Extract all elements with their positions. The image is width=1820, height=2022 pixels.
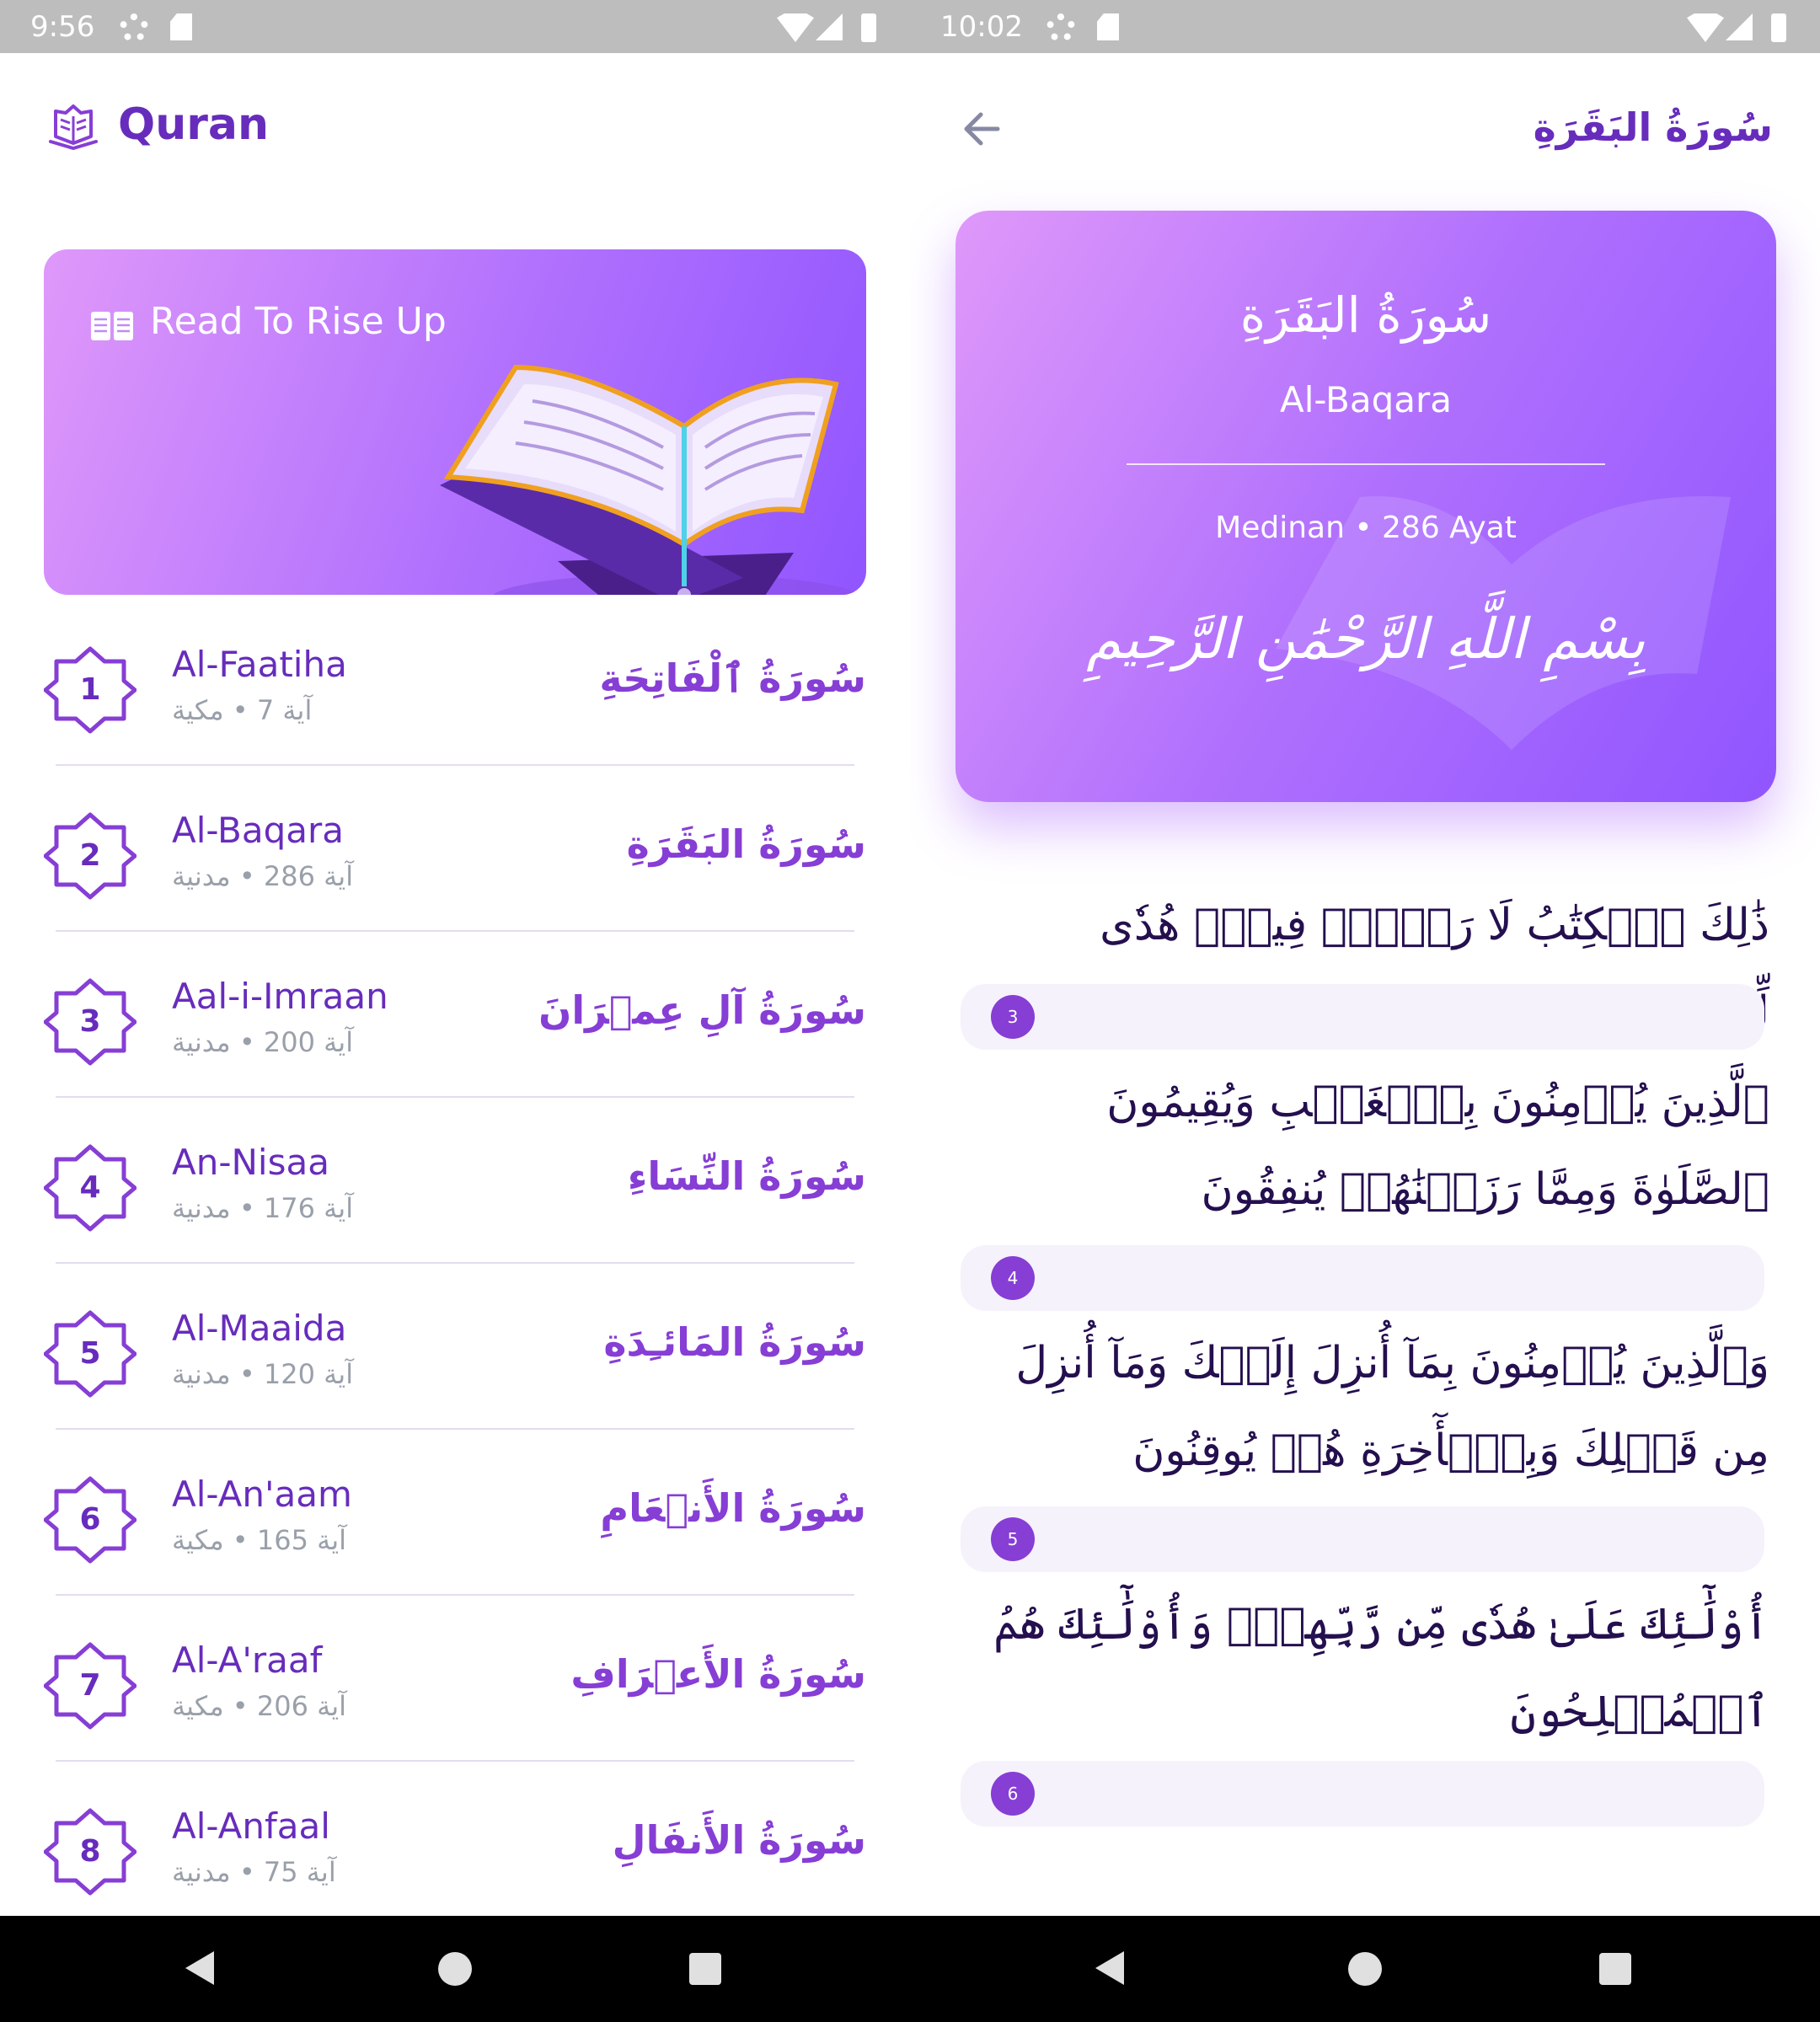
surah-number-badge: 1	[44, 644, 136, 736]
surah-detail-screen: 10:02 سُورَةُ البَقَرَةِ سُورَةُ البَقَر…	[910, 0, 1820, 2022]
surah-arabic-name: سُورَةُ البَقَرَةِ	[626, 821, 866, 867]
ayah-action-bar[interactable]: 4	[961, 1245, 1764, 1311]
surah-item[interactable]: 2 Al-Baqara آية 286 • مدنية سُورَةُ البَ…	[0, 766, 910, 932]
surah-arabic-name: سُورَةُ الأَعۡرَافِ	[570, 1651, 866, 1697]
status-time: 10:02	[940, 10, 1023, 44]
surah-item[interactable]: 5 Al-Maaida آية 120 • مدنية سُورَةُ المَ…	[0, 1264, 910, 1430]
surah-meta: آية 176 • مدنية	[172, 1192, 354, 1224]
ayah-action-bar[interactable]: 5	[961, 1506, 1764, 1572]
surah-name: Al-Maaida	[172, 1308, 347, 1349]
settings-icon	[1046, 13, 1075, 42]
surah-item[interactable]: 3 Aal-i-Imraan آية 200 • مدنية سُورَةُ آ…	[0, 932, 910, 1098]
surah-number-badge: 4	[44, 1142, 136, 1234]
sdcard-icon	[1097, 13, 1119, 40]
battery-icon	[1771, 13, 1786, 42]
surah-number: 8	[79, 1834, 101, 1869]
ayah-number: 4	[991, 1256, 1035, 1300]
surah-name: Aal-i-Imraan	[172, 976, 388, 1017]
surah-arabic-name: سُورَةُ الأَنفَالِ	[612, 1817, 866, 1863]
surah-arabic-name: سُورَةُ الأَنۡعَامِ	[600, 1485, 866, 1531]
sdcard-icon	[170, 13, 192, 40]
wifi-icon	[1687, 13, 1724, 42]
surah-meta: آية 286 • مدنية	[172, 860, 354, 892]
nav-back-icon[interactable]	[185, 1951, 214, 1985]
surah-meta: آية 200 • مدنية	[172, 1026, 354, 1058]
status-bar: 10:02	[910, 0, 1820, 53]
settings-icon	[120, 13, 148, 42]
surah-number: 7	[79, 1668, 101, 1703]
surah-number: 3	[79, 1004, 101, 1039]
surah-meta: آية 206 • مكية	[172, 1690, 347, 1722]
surah-number: 1	[79, 672, 101, 707]
surah-number-badge: 5	[44, 1308, 136, 1400]
surah-info-card: سُورَةُ البَقَرَةِ Al-Baqara Medinan • 2…	[956, 211, 1776, 802]
quran-logo-icon	[49, 104, 98, 150]
banner-card[interactable]: Read To Rise Up	[44, 249, 866, 595]
banner-text: Read To Rise Up	[150, 300, 447, 343]
surah-name: Al-Baqara	[172, 810, 345, 851]
surah-name: An-Nisaa	[172, 1142, 329, 1183]
surah-item[interactable]: 6 Al-An'aam آية 165 • مكية سُورَةُ الأَن…	[0, 1430, 910, 1596]
ayah-number: 6	[991, 1772, 1035, 1816]
ayah-number: 5	[991, 1517, 1035, 1561]
surah-name: Al-Faatiha	[172, 644, 347, 685]
surah-arabic-name: سُورَةُ آلِ عِمۡرَانَ	[538, 987, 866, 1033]
surah-arabic-name: سُورَةُ المَائـِدَةِ	[603, 1319, 866, 1365]
basmala-calligraphy: بِسْمِ اللَّهِ الرَّحْمَٰنِ الرَّحِيمِ	[1086, 607, 1646, 671]
card-divider	[1127, 463, 1605, 465]
surah-name: Al-An'aam	[172, 1474, 352, 1515]
ayah-text: أُوْلَٰٓئِكَ عَلَىٰ هُدٗى مِّن رَّبِّهِم…	[993, 1599, 1769, 1737]
book-icon	[91, 312, 133, 340]
surah-number: 2	[79, 838, 101, 873]
surah-meta: آية 165 • مكية	[172, 1524, 347, 1556]
ayah-number: 3	[991, 995, 1035, 1039]
back-arrow-icon[interactable]	[961, 108, 1003, 150]
surah-name: Al-A'raaf	[172, 1640, 323, 1681]
nav-home-icon[interactable]	[1348, 1952, 1382, 1986]
battery-icon	[861, 13, 876, 42]
surah-number: 4	[79, 1170, 101, 1205]
card-meta: Medinan • 286 Ayat	[1215, 511, 1517, 545]
app-title: Quran	[118, 99, 269, 150]
system-nav-bar	[0, 1916, 910, 2022]
ayah-text: وَٱلَّذِينَ يُؤۡمِنُونَ بِمَآ أُنزِلَ إِ…	[1015, 1338, 1769, 1476]
ayah-action-bar[interactable]: 6	[961, 1761, 1764, 1827]
header-surah-title: سُورَةُ البَقَرَةِ	[1533, 104, 1773, 150]
card-english-title: Al-Baqara	[1279, 379, 1452, 420]
nav-recent-icon[interactable]	[1599, 1953, 1631, 1985]
surah-meta: آية 120 • مدنية	[172, 1358, 354, 1390]
quran-watermark-illustration	[1276, 496, 1731, 750]
status-time: 9:56	[30, 10, 95, 44]
surah-number-badge: 3	[44, 976, 136, 1068]
surah-list: 1 Al-Faatiha آية 7 • مكية سُورَةُ ٱلْفَا…	[0, 600, 910, 1928]
surah-item[interactable]: 7 Al-A'raaf آية 206 • مكية سُورَةُ الأَع…	[0, 1596, 910, 1762]
surah-number: 5	[79, 1336, 101, 1371]
signal-icon	[816, 13, 843, 40]
ayah-text: ٱلَّذِينَ يُؤۡمِنُونَ بِٱلۡغَيۡبِ وَيُقِ…	[1106, 1077, 1769, 1215]
nav-home-icon[interactable]	[438, 1952, 472, 1986]
surah-name: Al-Anfaal	[172, 1805, 330, 1847]
surah-number-badge: 6	[44, 1474, 136, 1566]
nav-recent-icon[interactable]	[689, 1953, 721, 1985]
surah-arabic-name: سُورَةُ النِّسَاءِ	[627, 1153, 866, 1199]
ayah-action-bar[interactable]: 3	[961, 984, 1764, 1050]
surah-meta: آية 7 • مكية	[172, 694, 313, 726]
surah-number: 6	[79, 1502, 101, 1537]
surah-item[interactable]: 4 An-Nisaa آية 176 • مدنية سُورَةُ النِّ…	[0, 1098, 910, 1264]
surah-number-badge: 2	[44, 810, 136, 902]
open-quran-illustration	[440, 364, 859, 595]
surah-number-badge: 7	[44, 1640, 136, 1732]
nav-back-icon[interactable]	[1095, 1951, 1124, 1985]
surah-arabic-name: سُورَةُ ٱلْفَاتِحَةِ	[599, 655, 866, 701]
surah-meta: آية 75 • مدنية	[172, 1856, 336, 1888]
card-arabic-title: سُورَةُ البَقَرَةِ	[1239, 286, 1492, 344]
surah-item[interactable]: 8 Al-Anfaal آية 75 • مدنية سُورَةُ الأَن…	[0, 1762, 910, 1928]
signal-icon	[1726, 13, 1753, 40]
wifi-icon	[777, 13, 814, 42]
system-nav-bar	[910, 1916, 1820, 2022]
status-bar: 9:56	[0, 0, 910, 53]
surah-item[interactable]: 1 Al-Faatiha آية 7 • مكية سُورَةُ ٱلْفَا…	[0, 600, 910, 766]
surah-number-badge: 8	[44, 1805, 136, 1898]
surah-list-screen: 9:56 Quran Read To Rise Up 1 Al-Faatiha …	[0, 0, 910, 2022]
